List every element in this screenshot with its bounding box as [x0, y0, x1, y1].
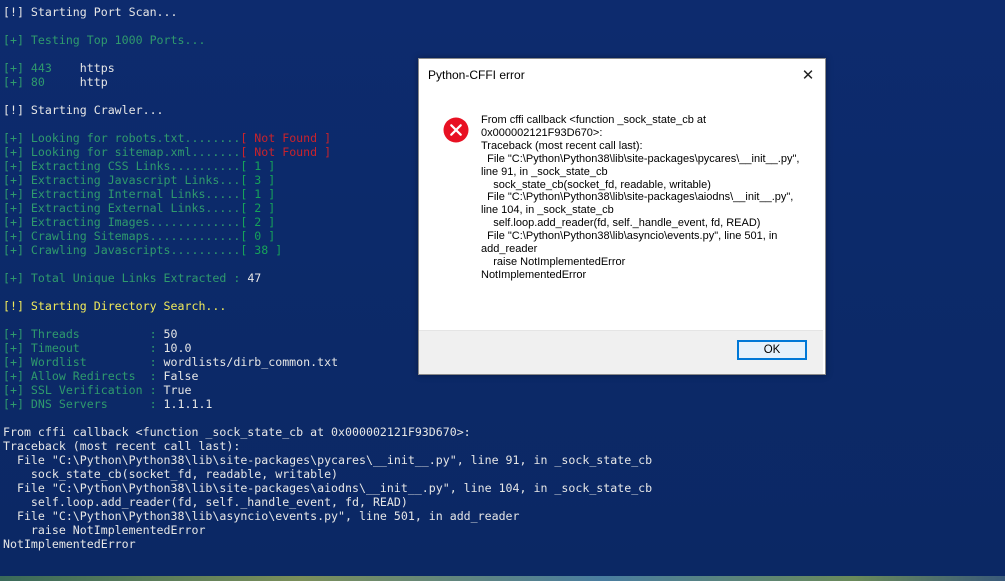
close-icon[interactable]: ✕ — [793, 60, 823, 90]
setting-line: [+] DNS Servers : 1.1.1.1 — [3, 397, 1005, 411]
crawler-line-label: [+] Extracting Javascript Links... — [3, 173, 241, 187]
crawler-line-value: [ 1 ] — [240, 187, 276, 201]
setting-label: [+] Allow Redirects : — [3, 369, 157, 383]
crawler-line-label: [+] Extracting External Links..... — [3, 201, 241, 215]
traceback-line: NotImplementedError — [3, 537, 136, 551]
setting-label: [+] Wordlist : — [3, 355, 157, 369]
port-scan-header: [!] Starting Port Scan... — [3, 5, 178, 19]
crawler-line-label: [+] Extracting Images............. — [3, 215, 241, 229]
top-ports-line: [+] Testing Top 1000 Ports... — [3, 33, 206, 47]
crawler-line-label: [+] Looking for robots.txt........ — [3, 131, 241, 145]
setting-label: [+] Timeout : — [3, 341, 157, 355]
dialog-footer: OK — [419, 330, 823, 374]
crawler-line-value: [ 3 ] — [240, 173, 276, 187]
dialog-message-line: File "C:\Python\Python38\lib\asyncio\eve… — [481, 230, 781, 256]
crawler-line-value: [ Not Found ] — [240, 131, 332, 145]
dialog-title: Python-CFFI error — [428, 68, 525, 82]
setting-value: True — [163, 383, 192, 397]
traceback-line: File "C:\Python\Python38\lib\site-packag… — [3, 481, 653, 495]
dialog-message-line: raise NotImplementedError — [481, 255, 626, 268]
taskbar-strip — [0, 576, 1005, 581]
crawler-line-value: [ 2 ] — [240, 201, 276, 215]
error-icon — [443, 117, 469, 143]
crawler-line-label: [+] Crawling Sitemaps............. — [3, 229, 241, 243]
traceback-line: File "C:\Python\Python38\lib\site-packag… — [3, 453, 653, 467]
traceback-line: raise NotImplementedError — [3, 523, 206, 537]
setting-value: False — [163, 369, 199, 383]
crawler-line-value: [ Not Found ] — [240, 145, 332, 159]
crawler-line-label: [+] Extracting Internal Links..... — [3, 187, 241, 201]
dialog-message-line: self.loop.add_reader(fd, self._handle_ev… — [481, 217, 761, 230]
dialog-message-line: NotImplementedError — [481, 268, 587, 281]
setting-value: 10.0 — [163, 341, 192, 355]
crawler-line-value: [ 0 ] — [240, 229, 276, 243]
setting-value: wordlists/dirb_common.txt — [163, 355, 339, 369]
crawler-line-value: [ 1 ] — [240, 159, 276, 173]
dialog-message-line: Traceback (most recent call last): — [481, 139, 643, 152]
ok-button[interactable]: OK — [737, 340, 807, 360]
dialog-message: From cffi callback <function _sock_state… — [481, 114, 801, 282]
dialog-message-line: sock_state_cb(socket_fd, readable, writa… — [481, 178, 711, 191]
crawler-line-label: [+] Looking for sitemap.xml....... — [3, 145, 241, 159]
traceback-line: From cffi callback <function _sock_state… — [3, 425, 471, 439]
setting-value: 1.1.1.1 — [163, 397, 213, 411]
dialog-message-line: From cffi callback <function _sock_state… — [481, 114, 710, 139]
traceback-line: self.loop.add_reader(fd, self._handle_ev… — [3, 495, 408, 509]
crawler-line-value: [ 38 ] — [240, 243, 283, 257]
setting-label: [+] DNS Servers : — [3, 397, 157, 411]
dialog-titlebar[interactable]: Python-CFFI error ✕ — [419, 59, 825, 91]
dialog-message-line: File "C:\Python\Python38\lib\site-packag… — [481, 152, 803, 178]
error-dialog: Python-CFFI error ✕ From cffi callback <… — [418, 58, 826, 375]
setting-value: 50 — [163, 327, 178, 341]
traceback-line: sock_state_cb(socket_fd, readable, writa… — [3, 467, 339, 481]
setting-label: [+] SSL Verification : — [3, 383, 157, 397]
traceback-line: Traceback (most recent call last): — [3, 439, 241, 453]
traceback-line: File "C:\Python\Python38\lib\asyncio\eve… — [3, 509, 520, 523]
dialog-body: From cffi callback <function _sock_state… — [419, 91, 823, 329]
crawler-line-value: [ 2 ] — [240, 215, 276, 229]
setting-line: [+] SSL Verification : True — [3, 383, 1005, 397]
dialog-message-line: File "C:\Python\Python38\lib\site-packag… — [481, 191, 797, 217]
setting-label: [+] Threads : — [3, 327, 157, 341]
crawler-line-label: [+] Extracting CSS Links.......... — [3, 159, 241, 173]
crawler-line-label: [+] Crawling Javascripts.......... — [3, 243, 241, 257]
